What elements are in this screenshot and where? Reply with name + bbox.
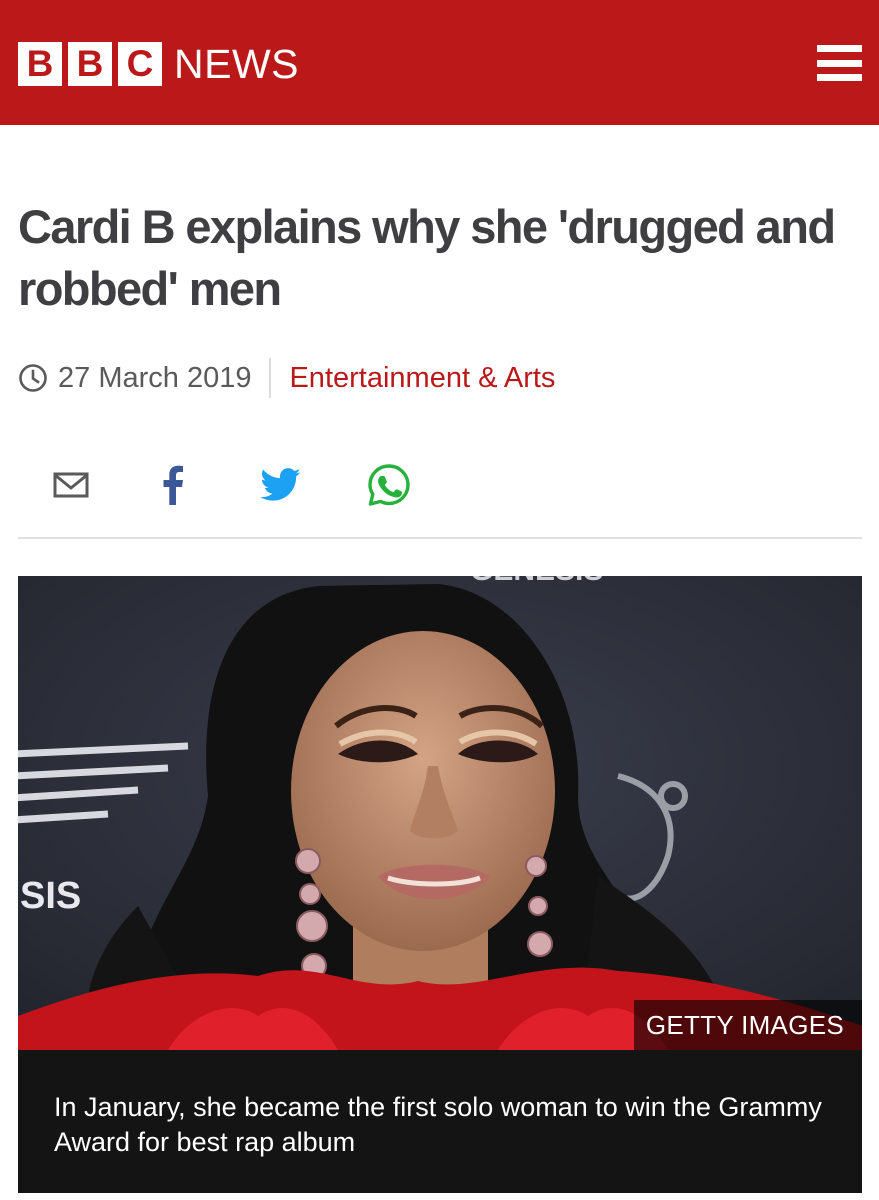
image-credit: GETTY IMAGES [633, 1000, 862, 1050]
image-caption: In January, she became the first solo wo… [18, 1050, 862, 1193]
logo-letter-c: C [118, 42, 162, 86]
section-link[interactable]: Entertainment & Arts [289, 362, 555, 395]
menu-bar [817, 74, 862, 81]
email-icon-glyph [53, 472, 89, 498]
facebook-icon[interactable] [148, 460, 198, 510]
facebook-icon-glyph [163, 465, 183, 505]
cardi-b-photo: GENESIS SIS [18, 576, 862, 1050]
hamburger-menu-icon[interactable] [817, 45, 862, 81]
twitter-icon[interactable] [256, 460, 306, 510]
article-headline: Cardi B explains why she 'drugged and ro… [18, 200, 836, 315]
clock-icon [19, 364, 47, 392]
share-divider [18, 537, 862, 539]
backdrop-text-top: GENESIS [470, 576, 603, 587]
email-icon[interactable] [46, 460, 96, 510]
site-header: B B C NEWS [0, 0, 879, 125]
logo-letter-b2: B [68, 42, 112, 86]
twitter-icon-glyph [260, 468, 301, 501]
logo-news-text: NEWS [174, 41, 299, 87]
menu-bar [817, 59, 862, 67]
whatsapp-icon-glyph [368, 464, 410, 506]
article-image: GENESIS SIS [18, 576, 862, 1050]
article-date: 27 March 2019 [58, 361, 252, 394]
backdrop-text-side: SIS [20, 875, 81, 917]
meta-divider [269, 358, 272, 398]
whatsapp-icon[interactable] [364, 460, 414, 510]
article-meta: 27 March 2019 Entertainment & Arts [18, 356, 555, 400]
share-bar [46, 460, 414, 510]
bbc-news-logo[interactable]: B B C NEWS [18, 42, 299, 86]
menu-bar [817, 45, 862, 52]
logo-letter-b1: B [18, 42, 62, 86]
